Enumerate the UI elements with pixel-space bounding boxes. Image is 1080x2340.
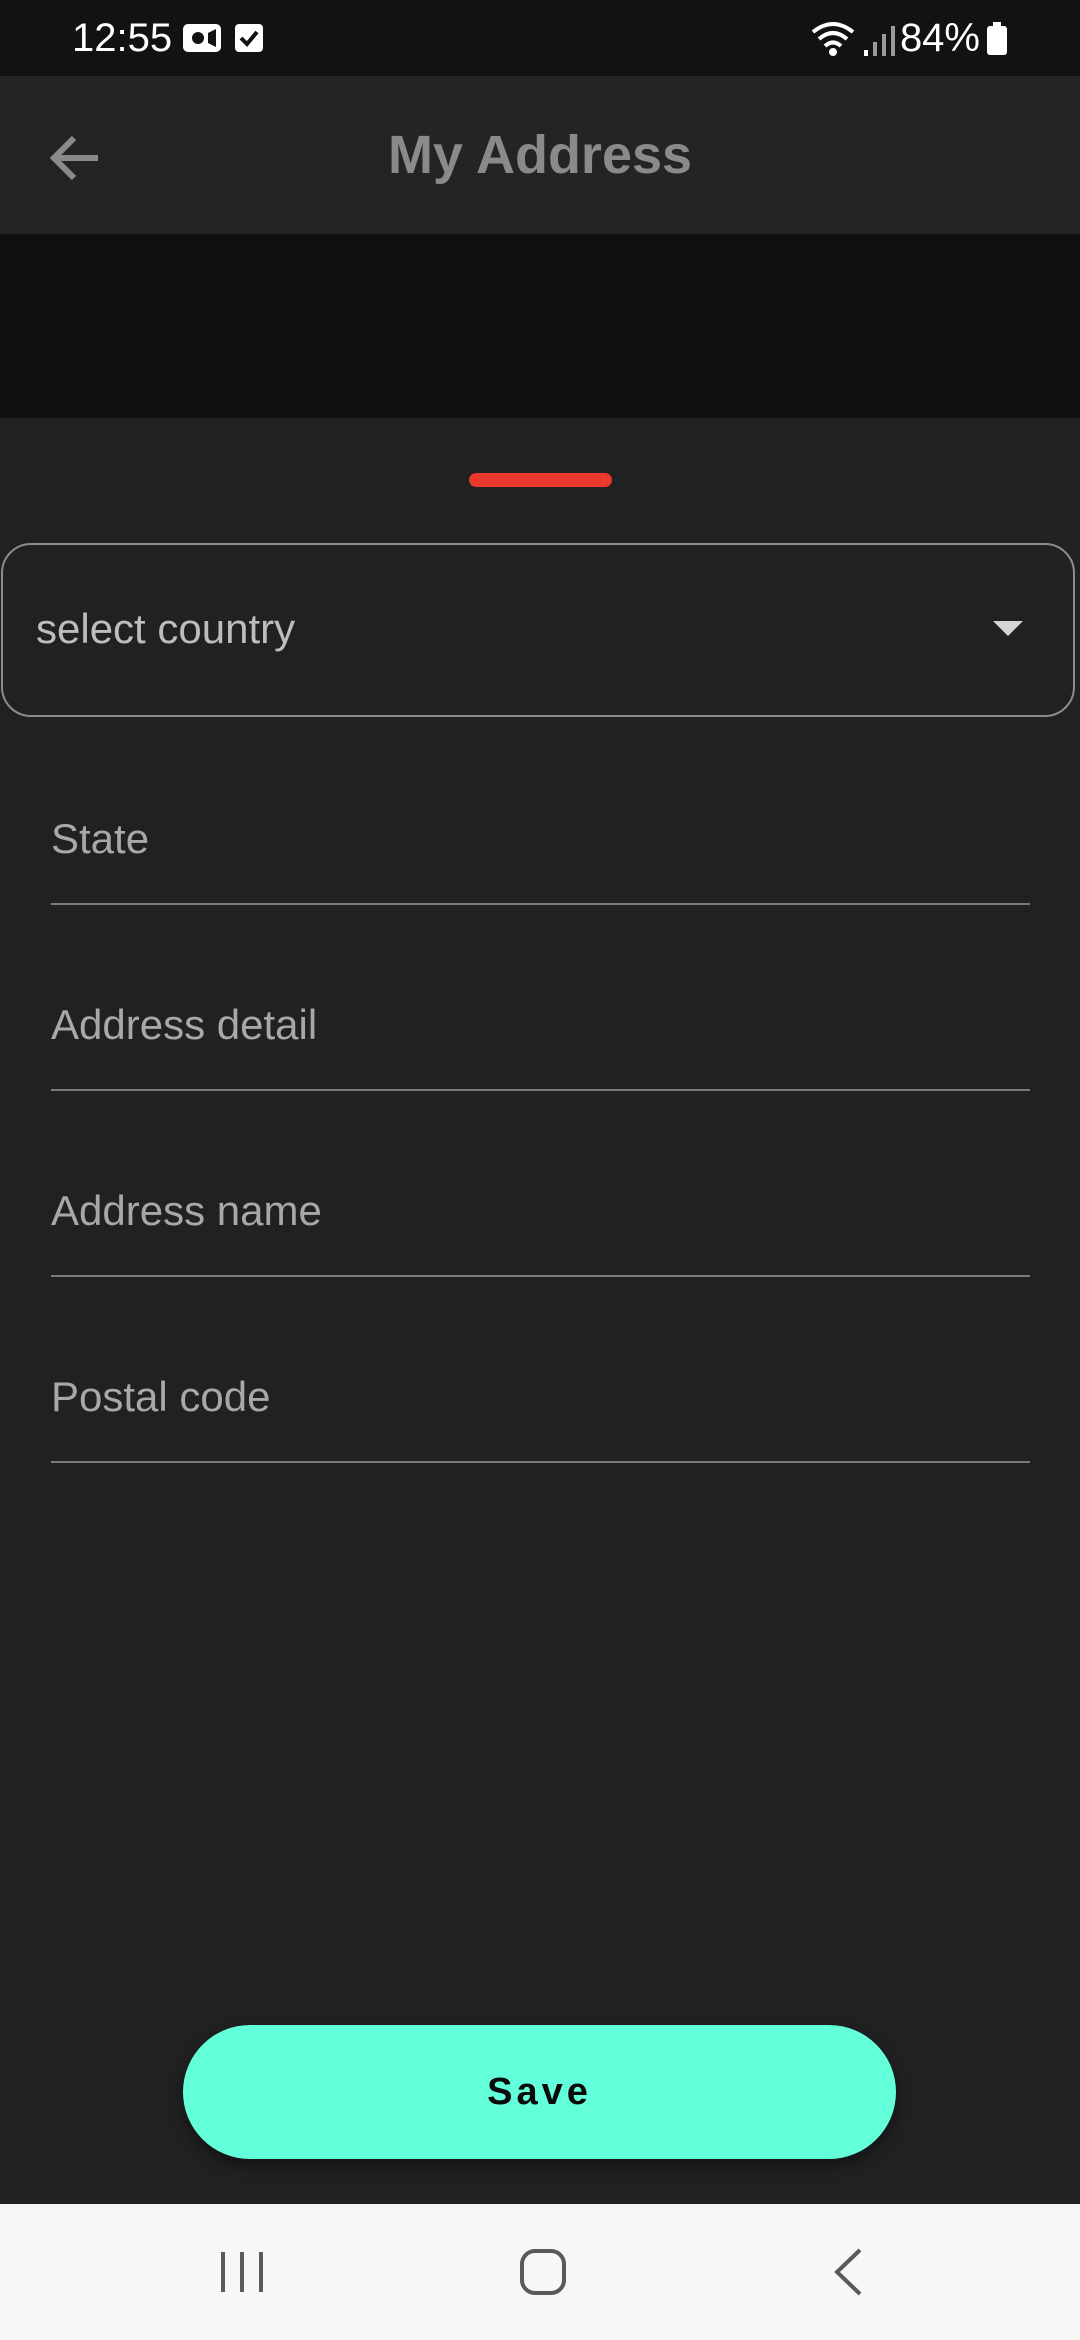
address-detail-field[interactable] [51,971,1030,1091]
country-select[interactable]: select country [1,543,1075,717]
screen: 12:55 84% My Address select country Stat… [0,0,1080,2340]
app-bar: My Address [0,76,1080,234]
home-button[interactable] [463,2204,623,2340]
video-camera-icon [182,22,222,59]
battery-icon [986,22,1008,61]
address-detail-input[interactable] [51,995,1030,1055]
address-form-sheet: select country [0,418,1080,2204]
dropdown-arrow-icon [993,621,1023,636]
address-name-input[interactable] [51,1181,1030,1241]
address-name-field[interactable] [51,1157,1030,1277]
header-banner [0,234,1080,418]
page-title: My Address [387,125,693,185]
recent-apps-button[interactable] [162,2204,322,2340]
state-input[interactable] [51,809,1030,869]
save-button[interactable]: Save [183,2025,896,2159]
home-icon [520,2249,566,2295]
status-time: 12:55 [72,16,173,60]
battery-percentage: 84% [899,16,980,60]
postal-code-input[interactable] [51,1367,1030,1427]
state-field[interactable] [51,785,1030,905]
checkbox-icon [234,22,264,59]
postal-code-field[interactable] [51,1343,1030,1463]
wifi-icon [810,20,856,63]
signal-icon [862,24,898,63]
country-select-label: select country [36,605,296,652]
recent-apps-icon [221,2252,263,2292]
status-bar: 12:55 84% [0,0,1080,76]
nav-back-button[interactable] [768,2204,928,2340]
drag-handle[interactable] [469,473,612,487]
system-nav-bar [0,2204,1080,2340]
back-icon [834,2248,862,2296]
